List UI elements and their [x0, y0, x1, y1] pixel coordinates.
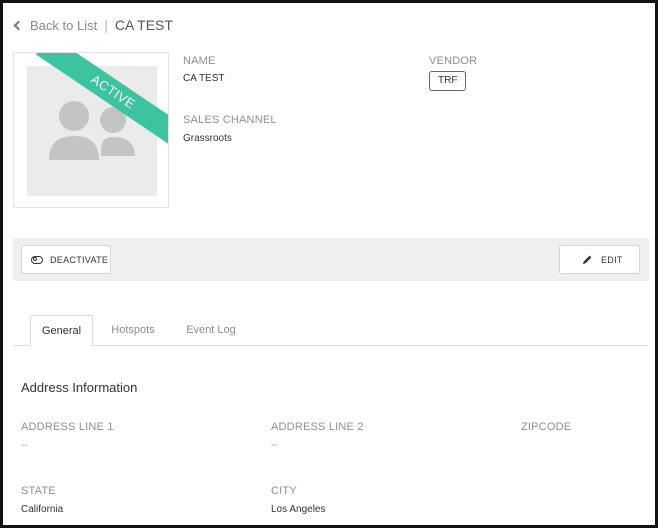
deactivate-button[interactable]: DEACTIVATE: [21, 245, 111, 274]
action-bar: DEACTIVATE EDIT: [13, 238, 649, 281]
back-to-list-link[interactable]: Back to List: [12, 18, 97, 33]
tab-general[interactable]: General: [30, 315, 93, 347]
pencil-icon: [583, 255, 592, 264]
toggle-icon: [31, 255, 43, 264]
tab-bar: General Hotspots Event Log: [13, 315, 649, 347]
state-label: STATE: [21, 485, 56, 497]
tab-hotspots[interactable]: Hotspots: [101, 315, 165, 346]
sales-channel-label: SALES CHANNEL: [183, 114, 277, 126]
page-frame: Back to List | CA TEST ACTIVE NAME CA TE…: [0, 0, 658, 528]
sales-channel-value: Grassroots: [183, 133, 232, 144]
breadcrumb-separator: |: [104, 17, 108, 33]
address-line1-value: --: [21, 440, 28, 451]
address-section-title: Address Information: [21, 380, 138, 395]
zipcode-label: ZIPCODE: [521, 421, 572, 433]
back-to-list-label: Back to List: [30, 17, 98, 33]
edit-button[interactable]: EDIT: [559, 245, 640, 274]
vendor-label: VENDOR: [429, 55, 478, 67]
city-label: CITY: [271, 485, 297, 497]
address-line2-value: --: [271, 440, 278, 451]
city-value: Los Angeles: [271, 504, 326, 515]
chevron-left-icon: [13, 20, 24, 30]
tab-event-log[interactable]: Event Log: [178, 315, 244, 346]
vendor-badge: TRF: [429, 71, 467, 91]
page-title: CA TEST: [114, 17, 173, 33]
state-value: California: [21, 504, 64, 515]
breadcrumb: Back to List | CA TEST: [12, 16, 173, 34]
deactivate-label: DEACTIVATE: [50, 254, 109, 265]
avatar-card: ACTIVE: [13, 52, 169, 208]
edit-label: EDIT: [601, 254, 623, 265]
name-label: NAME: [183, 55, 216, 67]
address-line2-label: ADDRESS LINE 2: [271, 421, 364, 433]
address-line1-label: ADDRESS LINE 1: [21, 421, 114, 433]
name-value: CA TEST: [183, 73, 225, 84]
